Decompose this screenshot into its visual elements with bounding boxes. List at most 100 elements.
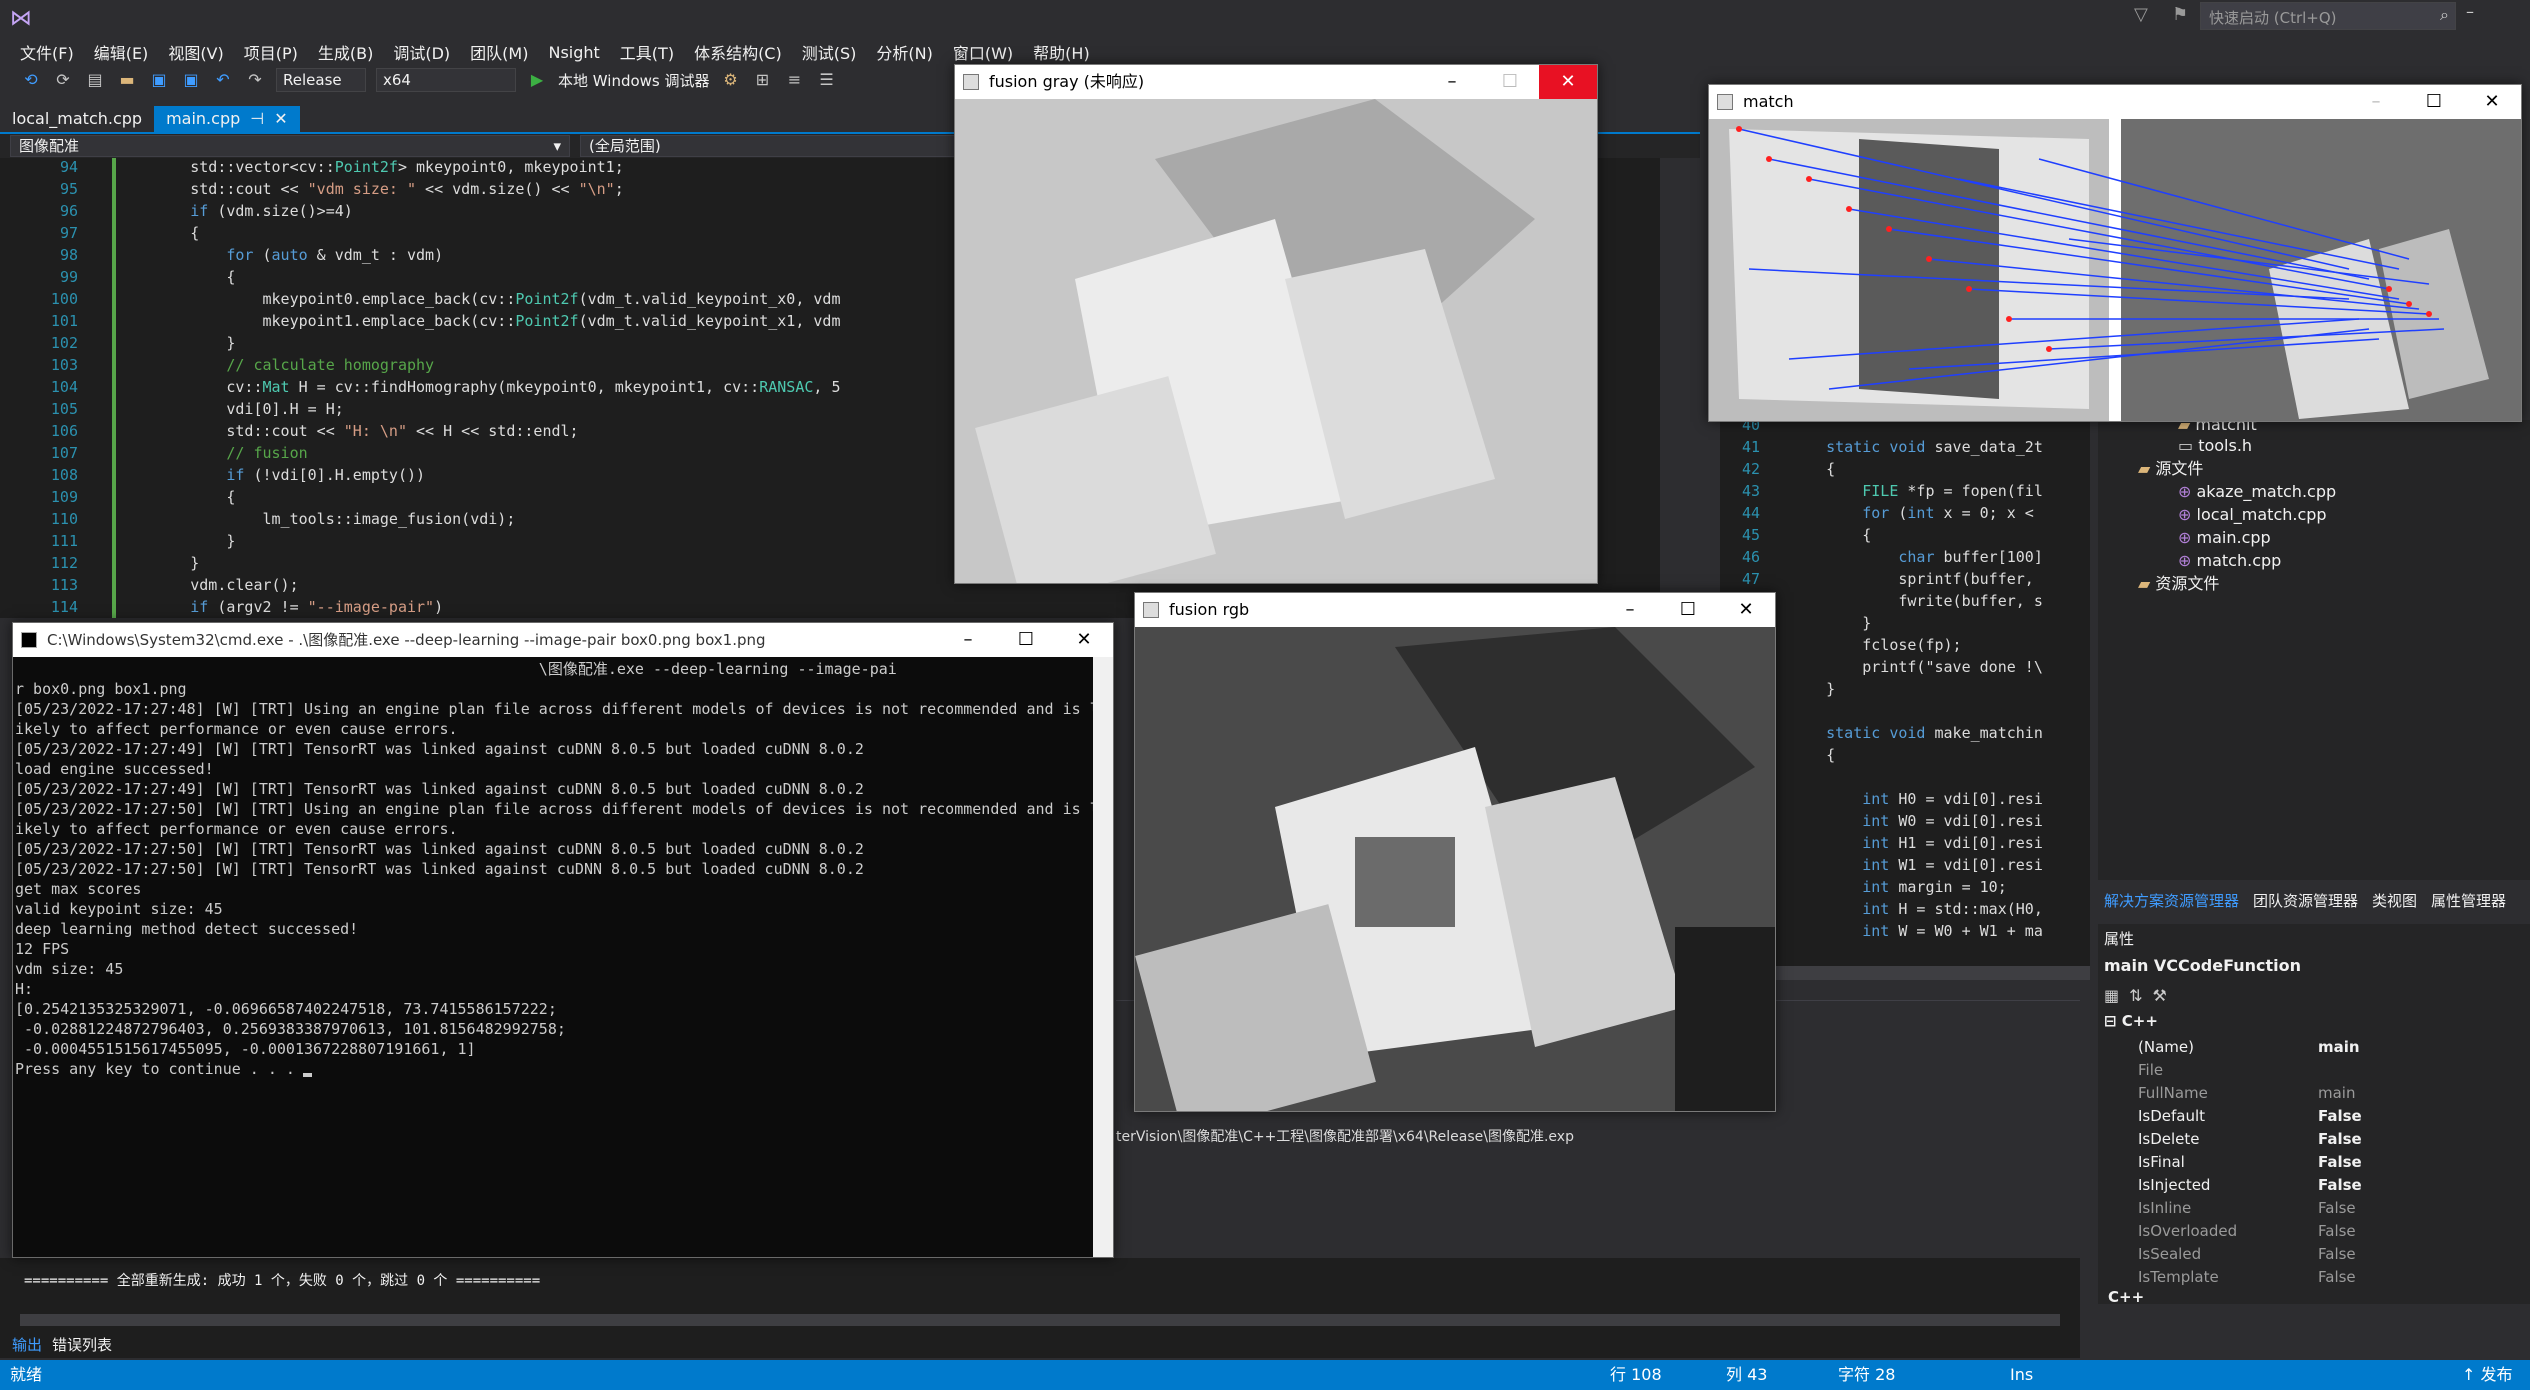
start-debug-icon[interactable]: ▶: [526, 69, 548, 91]
code-line[interactable]: 43 FILE *fp = fopen(fil: [1720, 480, 2043, 502]
notification-icon[interactable]: ⚑: [2172, 4, 2188, 25]
tab-error-list[interactable]: 错误列表: [52, 1334, 112, 1355]
fusion-gray-titlebar[interactable]: fusion gray (未响应) – ☐ ✕: [955, 65, 1597, 99]
cmd-console[interactable]: \图像配准.exe --deep-learning --image-pai r b…: [13, 657, 1095, 1257]
code-line[interactable]: 96 if (vdm.size()>=4): [0, 200, 353, 222]
code-line[interactable]: 46 char buffer[100]: [1720, 546, 2043, 568]
solution-item[interactable]: ▭ tools.h: [2178, 435, 2252, 457]
menu-item[interactable]: 体系结构(C): [684, 40, 792, 64]
back-icon[interactable]: ⟲: [20, 69, 42, 91]
attach-icon[interactable]: ⚙: [720, 69, 742, 91]
property-row[interactable]: IsTemplate False: [2118, 1266, 2528, 1289]
code-line[interactable]: 103 // calculate homography: [0, 354, 434, 376]
menu-item[interactable]: 生成(B): [308, 40, 383, 64]
code-line[interactable]: 113 vdm.clear();: [0, 574, 299, 596]
fusion-rgb-maximize-button[interactable]: ☐: [1659, 593, 1717, 627]
code-line[interactable]: 94 std::vector<cv::Point2f> mkeypoint0, …: [0, 158, 624, 178]
undo-icon[interactable]: ↶: [212, 69, 234, 91]
property-row[interactable]: File: [2118, 1059, 2528, 1082]
code-line[interactable]: 105 vdi[0].H = H;: [0, 398, 344, 420]
fusion-rgb-minimize-button[interactable]: –: [1601, 593, 1659, 627]
save-icon[interactable]: ▣: [148, 69, 170, 91]
property-row[interactable]: IsFinal False: [2118, 1151, 2528, 1174]
cmd-window[interactable]: C:\Windows\System32\cmd.exe - .\图像配准.exe…: [12, 622, 1114, 1258]
solution-item[interactable]: ⊕ main.cpp: [2178, 527, 2271, 549]
menu-item[interactable]: 调试(D): [383, 40, 460, 64]
property-row[interactable]: IsDelete False: [2118, 1128, 2528, 1151]
code-line[interactable]: 107 // fusion: [0, 442, 308, 464]
code-line[interactable]: 44 for (int x = 0; x <: [1720, 502, 2034, 524]
property-row[interactable]: IsDefault False: [2118, 1105, 2528, 1128]
output-hscroll[interactable]: [20, 1314, 2060, 1326]
comment-icon[interactable]: ☰: [816, 69, 838, 91]
solution-item[interactable]: ▰ 资源文件: [2138, 573, 2219, 595]
code-line[interactable]: 98 for (auto & vdm_t : vdm): [0, 244, 443, 266]
cmd-close-button[interactable]: ✕: [1055, 623, 1113, 657]
redo-icon[interactable]: ↷: [244, 69, 266, 91]
fusion-gray-minimize-button[interactable]: –: [1423, 65, 1481, 99]
property-row[interactable]: IsInline False: [2118, 1197, 2528, 1220]
sort-icon[interactable]: ⇅: [2129, 986, 2142, 1005]
filter-icon[interactable]: ▽: [2134, 4, 2148, 25]
menu-item[interactable]: 窗口(W): [943, 40, 1023, 64]
scope-nav-select[interactable]: (全局范围): [580, 135, 960, 157]
minimize-button[interactable]: –: [2466, 2, 2474, 21]
format-icon[interactable]: ≡: [784, 69, 806, 91]
project-nav-select[interactable]: 图像配准 ▾: [10, 135, 570, 157]
forward-icon[interactable]: ⟳: [52, 69, 74, 91]
code-line[interactable]: 99 {: [0, 266, 235, 288]
match-minimize-button[interactable]: –: [2347, 85, 2405, 119]
code-line[interactable]: 112 }: [0, 552, 199, 574]
start-debug-button[interactable]: 本地 Windows 调试器: [558, 70, 710, 91]
match-titlebar[interactable]: match – ☐ ✕: [1709, 85, 2521, 119]
properties-object[interactable]: main VCCodeFunction: [2104, 956, 2301, 975]
close-tab-icon[interactable]: ✕: [274, 106, 287, 132]
menu-item[interactable]: 测试(S): [792, 40, 867, 64]
code-line[interactable]: 101 mkeypoint1.emplace_back(cv::Point2f(…: [0, 310, 841, 332]
code-line[interactable]: 97 {: [0, 222, 199, 244]
tab-class-view[interactable]: 类视图: [2372, 890, 2417, 914]
code-line[interactable]: 42 {: [1720, 458, 1835, 480]
quick-launch[interactable]: 快速启动 (Ctrl+Q) ⌕: [2200, 2, 2456, 30]
fusion-rgb-close-button[interactable]: ✕: [1717, 593, 1775, 627]
cmd-minimize-button[interactable]: –: [939, 623, 997, 657]
code-line[interactable]: 104 cv::Mat H = cv::findHomography(mkeyp…: [0, 376, 841, 398]
code-line[interactable]: 100 mkeypoint0.emplace_back(cv::Point2f(…: [0, 288, 841, 310]
tab-main[interactable]: main.cpp ⊣ ✕: [154, 106, 300, 132]
status-publish[interactable]: ↑ 发布: [2462, 1360, 2513, 1390]
solution-config-select[interactable]: Release: [276, 68, 366, 92]
property-row[interactable]: IsSealed False: [2118, 1243, 2528, 1266]
layout-icon[interactable]: ⊞: [752, 69, 774, 91]
tab-local-match[interactable]: local_match.cpp: [0, 106, 154, 132]
wrench-icon[interactable]: ⚒: [2153, 986, 2167, 1005]
save-all-icon[interactable]: ▣: [180, 69, 202, 91]
tab-solution-explorer[interactable]: 解决方案资源管理器: [2104, 890, 2239, 914]
code-line[interactable]: 109 {: [0, 486, 236, 508]
fusion-rgb-titlebar[interactable]: fusion rgb – ☐ ✕: [1135, 593, 1775, 627]
code-line[interactable]: 45 {: [1720, 524, 1871, 546]
cmd-titlebar[interactable]: C:\Windows\System32\cmd.exe - .\图像配准.exe…: [13, 623, 1113, 657]
code-line[interactable]: 106 std::cout << "H: \n" << H << std::en…: [0, 420, 579, 442]
match-window[interactable]: match – ☐ ✕: [1708, 84, 2522, 422]
code-line[interactable]: 102 }: [0, 332, 236, 354]
menu-item[interactable]: 编辑(E): [84, 40, 159, 64]
code-line[interactable]: 40: [1720, 420, 1760, 436]
new-project-icon[interactable]: ▤: [84, 69, 106, 91]
code-line[interactable]: 110 lm_tools::image_fusion(vdi);: [0, 508, 515, 530]
cmd-maximize-button[interactable]: ☐: [997, 623, 1055, 657]
code-line[interactable]: 47 sprintf(buffer,: [1720, 568, 2034, 590]
menu-item[interactable]: 工具(T): [610, 40, 684, 64]
menu-item[interactable]: 团队(M): [460, 40, 538, 64]
code-line[interactable]: 111 }: [0, 530, 236, 552]
menu-item[interactable]: 项目(P): [234, 40, 308, 64]
fusion-gray-close-button[interactable]: ✕: [1539, 65, 1597, 99]
menu-item[interactable]: 分析(N): [866, 40, 942, 64]
editor-vscroll[interactable]: [1660, 158, 1680, 618]
code-line[interactable]: 95 std::cout << "vdm size: " << vdm.size…: [0, 178, 624, 200]
fusion-rgb-window[interactable]: fusion rgb – ☐ ✕: [1134, 592, 1776, 1112]
open-file-icon[interactable]: ▬: [116, 69, 138, 91]
code-line[interactable]: 41 static void save_data_2t: [1720, 436, 2043, 458]
pin-icon[interactable]: ⊣: [250, 106, 264, 132]
solution-item[interactable]: ⊕ akaze_match.cpp: [2178, 481, 2336, 503]
code-line[interactable]: 114 if (argv2 != "--image-pair"): [0, 596, 443, 618]
